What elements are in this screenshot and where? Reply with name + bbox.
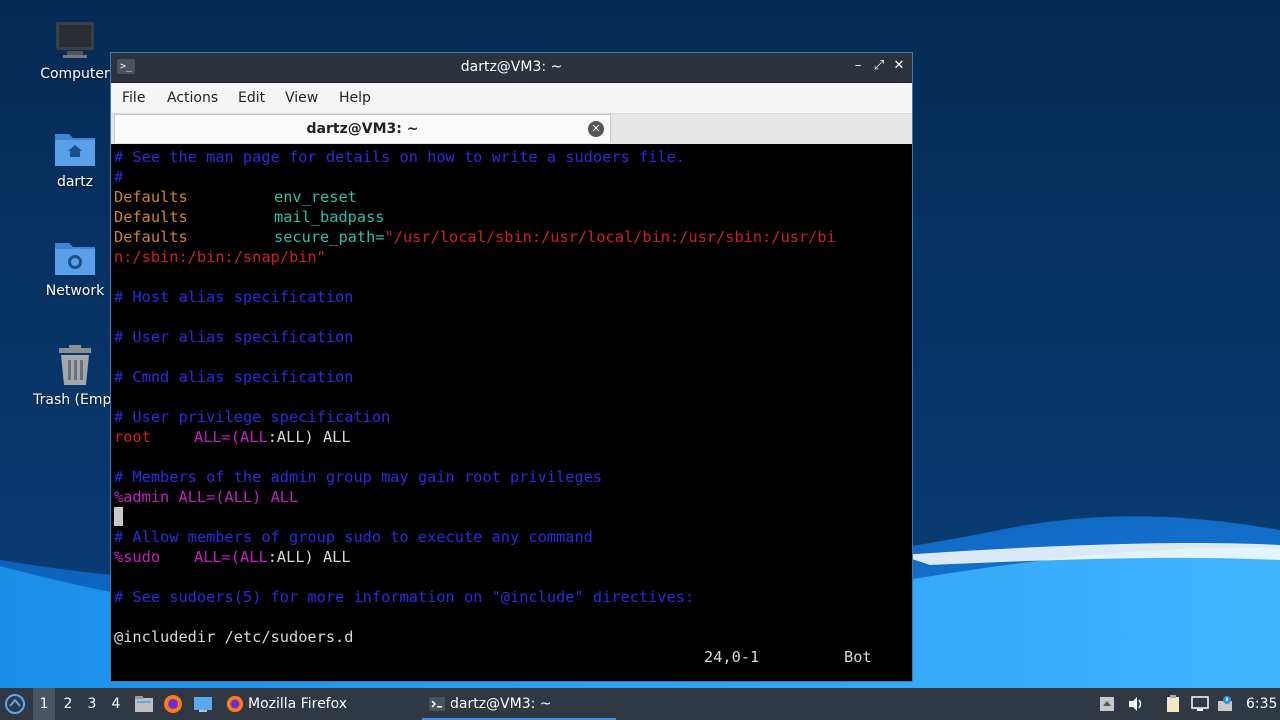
workspace-3[interactable]: 3 xyxy=(81,688,103,720)
clipboard-icon xyxy=(1167,695,1179,712)
string: "/usr/local/sbin:/usr/local/bin:/usr/sbi… xyxy=(384,228,836,246)
workspace-2[interactable]: 2 xyxy=(57,688,79,720)
terminal-line: n:/sbin:/bin:/snap/bin" xyxy=(114,248,326,266)
home-folder-icon xyxy=(55,134,95,166)
updates-tray[interactable] xyxy=(1214,688,1236,720)
desktop-icon-label: dartz xyxy=(56,174,94,190)
clock[interactable]: 6:35 xyxy=(1246,688,1277,720)
identifier: %sudo xyxy=(114,548,161,566)
terminal-line: # Members of the admin group may gain ro… xyxy=(114,468,603,486)
minimize-button[interactable]: – xyxy=(850,58,866,74)
task-terminal[interactable]: dartz@VM3: ~ xyxy=(422,688,616,720)
network-tray[interactable] xyxy=(1189,688,1211,720)
token: ALL=(ALL xyxy=(194,548,268,566)
token: ALL xyxy=(261,488,299,506)
terminal-window: >_ dartz@VM3: ~ – ⤢ ✕ File Actions Edit … xyxy=(110,52,913,682)
lubuntu-logo-icon xyxy=(5,694,25,714)
desktop-icon xyxy=(194,697,212,712)
menu-edit[interactable]: Edit xyxy=(238,90,265,106)
keyword: Defaults xyxy=(114,188,188,206)
maximize-button[interactable]: ⤢ xyxy=(871,58,887,74)
terminal-tab[interactable]: dartz@VM3: ~ ✕ xyxy=(114,114,611,143)
cursor-position: 24,0-1 xyxy=(704,648,760,666)
desktop-icon-label: Network xyxy=(45,283,105,299)
option: env_reset xyxy=(274,188,357,206)
terminal-line: @includedir /etc/sudoers.d xyxy=(114,628,354,646)
token: %admin ALL=(ALL) xyxy=(114,488,262,506)
firefox-icon xyxy=(226,695,244,713)
terminal-icon xyxy=(429,697,445,711)
keyword: Defaults xyxy=(114,208,188,226)
terminal-line: Defaults env_reset xyxy=(114,187,357,207)
scroll-position: Bot xyxy=(844,648,872,666)
menu-file[interactable]: File xyxy=(122,90,145,106)
menu-actions[interactable]: Actions xyxy=(167,90,218,106)
terminal-line: # See sudoers(5) for more information on… xyxy=(114,588,695,606)
update-notification-icon xyxy=(1218,696,1232,711)
trash-icon xyxy=(59,345,91,385)
terminal-screen[interactable]: # See the man page for details on how to… xyxy=(114,145,909,679)
show-desktop-launcher[interactable] xyxy=(193,688,215,720)
tray-arrow[interactable] xyxy=(1096,688,1118,720)
terminal-line: Defaults mail_badpass xyxy=(114,207,385,227)
terminal-line: # xyxy=(114,168,124,186)
terminal-line: # See the man page for details on how to… xyxy=(114,148,685,166)
file-manager-icon xyxy=(135,696,153,712)
workspace-4[interactable]: 4 xyxy=(105,688,127,720)
token: :ALL) ALL xyxy=(267,428,351,446)
terminal-line: root ALL=(ALL:ALL) ALL xyxy=(114,427,351,447)
task-label: Mozilla Firefox xyxy=(248,696,348,712)
terminal-line: # Host alias specification xyxy=(114,288,354,306)
desktop-icon-label: Trash (Empt xyxy=(33,392,117,408)
terminal-line: # Allow members of group sudo to execute… xyxy=(114,528,593,546)
terminal-line: %admin ALL=(ALL) ALL xyxy=(114,487,298,507)
tab-bar: dartz@VM3: ~ ✕ xyxy=(111,114,912,144)
desktop: Computer dartz Network Trash (Empt >_ da… xyxy=(0,0,1280,688)
option: secure_path= xyxy=(274,228,385,246)
menu-help[interactable]: Help xyxy=(339,90,371,106)
firefox-launcher[interactable] xyxy=(163,688,185,720)
identifier: root xyxy=(114,428,151,446)
menu-view[interactable]: View xyxy=(285,90,318,106)
menu-bar: File Actions Edit View Help xyxy=(111,83,912,114)
speaker-icon xyxy=(1129,697,1142,711)
network-folder-icon xyxy=(55,243,95,275)
volume-control[interactable] xyxy=(1125,688,1147,720)
keyword: Defaults xyxy=(114,228,188,246)
task-firefox[interactable]: Mozilla Firefox xyxy=(226,688,416,720)
text-cursor xyxy=(114,507,123,526)
close-button[interactable]: ✕ xyxy=(891,58,907,74)
terminal-line: %sudo ALL=(ALL:ALL) ALL xyxy=(114,547,351,567)
tab-label: dartz@VM3: ~ xyxy=(306,121,419,137)
terminal-line: # Cmnd alias specification xyxy=(114,368,354,386)
file-manager-launcher[interactable] xyxy=(134,688,156,720)
task-label: dartz@VM3: ~ xyxy=(450,696,552,712)
start-menu-button[interactable] xyxy=(4,688,28,720)
computer-icon xyxy=(56,22,94,58)
terminal-line: # User privilege specification xyxy=(114,408,391,426)
token: ALL=(ALL xyxy=(194,428,268,446)
option: mail_badpass xyxy=(274,208,385,226)
window-title: dartz@VM3: ~ xyxy=(460,59,563,75)
clipboard-tray[interactable] xyxy=(1162,688,1184,720)
desktop-icon-label: Computer xyxy=(40,66,110,82)
firefox-icon xyxy=(164,695,182,713)
workspace-1[interactable]: 1 xyxy=(33,688,55,720)
terminal-line: # User alias specification xyxy=(114,328,354,346)
eject-icon xyxy=(1100,697,1114,711)
window-titlebar[interactable]: >_ dartz@VM3: ~ – ⤢ ✕ xyxy=(111,53,912,83)
tab-close-icon[interactable]: ✕ xyxy=(588,121,604,137)
network-monitor-icon xyxy=(1191,696,1209,711)
token: :ALL) ALL xyxy=(267,548,351,566)
terminal-line: Defaults secure_path="/usr/local/sbin:/us… xyxy=(114,227,836,247)
taskbar: 1 2 3 4 Mozilla Firefox dartz@VM3: ~ 6:3… xyxy=(0,688,1280,720)
